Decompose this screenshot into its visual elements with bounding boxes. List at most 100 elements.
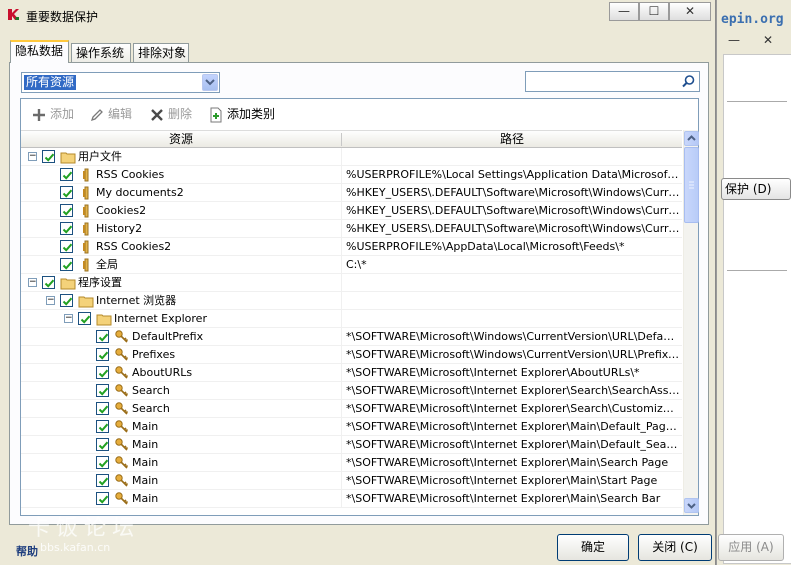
delete-button[interactable]: 删除: [149, 105, 192, 123]
edit-button[interactable]: 编辑: [89, 105, 132, 123]
row-checkbox[interactable]: [96, 384, 109, 397]
tree-row[interactable]: 全局 C:\*: [21, 256, 682, 274]
collapse-toggle[interactable]: −: [64, 314, 73, 323]
row-resource-name: RSS Cookies: [96, 168, 165, 181]
window-title: 重要数据保护: [26, 10, 99, 24]
row-checkbox[interactable]: [96, 438, 109, 451]
row-checkbox[interactable]: [60, 222, 73, 235]
column-divider: [341, 274, 342, 291]
row-checkbox[interactable]: [96, 402, 109, 415]
tree-row[interactable]: DefaultPrefix *\SOFTWARE\Microsoft\Window…: [21, 328, 682, 346]
collapse-toggle[interactable]: −: [46, 296, 55, 305]
tab-exclusions[interactable]: 排除对象: [133, 43, 189, 63]
row-path: [346, 310, 680, 327]
tree-row[interactable]: − 用户文件: [21, 148, 682, 166]
row-checkbox[interactable]: [78, 312, 91, 325]
tree-row[interactable]: − 程序设置: [21, 274, 682, 292]
row-path: [346, 292, 680, 309]
row-resource-name: History2: [96, 222, 143, 235]
tree-row[interactable]: My documents2 %HKEY_USERS\.DEFAULT\Softwa…: [21, 184, 682, 202]
row-checkbox[interactable]: [96, 420, 109, 433]
row-resource-name: My documents2: [96, 186, 184, 199]
add-category-label: 添加类别: [227, 107, 276, 121]
row-resource-name: 用户文件: [78, 150, 122, 163]
close-dialog-button[interactable]: 关闭 (C): [638, 534, 712, 561]
search-input[interactable]: [528, 74, 678, 89]
column-path[interactable]: 路径: [342, 131, 682, 148]
apply-button[interactable]: 应用 (A): [718, 534, 784, 561]
add-category-button[interactable]: 添加类别: [208, 105, 275, 123]
tree-row[interactable]: Main *\SOFTWARE\Microsoft\Internet Explor…: [21, 490, 682, 508]
scroll-thumb[interactable]: [684, 147, 699, 223]
row-checkbox[interactable]: [96, 492, 109, 505]
row-checkbox[interactable]: [60, 204, 73, 217]
row-path: %USERPROFILE%\AppData\Local\Microsoft\Fe…: [346, 240, 625, 253]
tree-row[interactable]: AboutURLs *\SOFTWARE\Microsoft\Internet E…: [21, 364, 682, 382]
row-checkbox[interactable]: [96, 456, 109, 469]
row-path: [346, 148, 680, 165]
row-path: *\SOFTWARE\Microsoft\Internet Explorer\S…: [346, 384, 680, 397]
column-divider: [341, 328, 342, 345]
row-resource-name: DefaultPrefix: [132, 330, 204, 343]
column-divider: [341, 418, 342, 435]
row-checkbox[interactable]: [60, 240, 73, 253]
key-icon: [114, 491, 130, 507]
tree-row[interactable]: Prefixes *\SOFTWARE\Microsoft\Windows\Cur…: [21, 346, 682, 364]
row-checkbox[interactable]: [42, 150, 55, 163]
search-box[interactable]: [525, 71, 700, 92]
chevron-down-icon[interactable]: [202, 74, 218, 91]
row-checkbox[interactable]: [96, 474, 109, 487]
row-checkbox[interactable]: [96, 366, 109, 379]
minimize-button[interactable]: —: [609, 2, 639, 21]
row-path: *\SOFTWARE\Microsoft\Internet Explorer\M…: [346, 420, 680, 433]
collapse-toggle[interactable]: −: [28, 152, 37, 161]
resource-filter-value: 所有资源: [24, 75, 77, 90]
tab-operating-system[interactable]: 操作系统: [71, 43, 131, 63]
close-button[interactable]: ✕: [669, 2, 711, 21]
row-checkbox[interactable]: [96, 348, 109, 361]
dialog-window: 重要数据保护 — ☐ ✕ 隐私数据 操作系统 排除对象 所有资源 添加 编辑 删…: [0, 0, 716, 565]
key-icon: [114, 473, 130, 489]
scroll-up-button[interactable]: [684, 131, 699, 146]
bg-minimize-button[interactable]: —: [723, 34, 745, 48]
row-checkbox[interactable]: [42, 276, 55, 289]
vertical-scrollbar[interactable]: [683, 130, 699, 515]
row-checkbox[interactable]: [60, 258, 73, 271]
tree-row[interactable]: Main *\SOFTWARE\Microsoft\Internet Explor…: [21, 436, 682, 454]
tree-row[interactable]: Search *\SOFTWARE\Microsoft\Internet Expl…: [21, 382, 682, 400]
add-button[interactable]: 添加: [31, 105, 74, 123]
collapse-toggle[interactable]: −: [28, 278, 37, 287]
resource-icon: [78, 239, 94, 255]
row-checkbox[interactable]: [60, 294, 73, 307]
title-bar[interactable]: 重要数据保护 — ☐ ✕: [0, 0, 716, 28]
tree-row[interactable]: − Internet 浏览器: [21, 292, 682, 310]
tree-row[interactable]: Main *\SOFTWARE\Microsoft\Internet Explor…: [21, 472, 682, 490]
row-checkbox[interactable]: [60, 186, 73, 199]
tree-row[interactable]: RSS Cookies %USERPROFILE%\Local Settings\…: [21, 166, 682, 184]
resource-filter-select[interactable]: 所有资源: [21, 72, 220, 93]
help-link[interactable]: 帮助: [16, 543, 38, 559]
tree-row[interactable]: Main *\SOFTWARE\Microsoft\Internet Explor…: [21, 454, 682, 472]
column-header: 资源 路径: [21, 130, 682, 148]
column-divider: [341, 346, 342, 363]
row-resource-name: Internet 浏览器: [96, 294, 177, 307]
maximize-button[interactable]: ☐: [639, 2, 669, 21]
protect-button[interactable]: 保护 (D): [721, 178, 791, 200]
scroll-down-button[interactable]: [684, 498, 699, 513]
plus-icon: [31, 107, 47, 123]
tab-privacy-data[interactable]: 隐私数据: [10, 40, 69, 63]
tree-row[interactable]: Cookies2 %HKEY_USERS\.DEFAULT\Software\Mi…: [21, 202, 682, 220]
tree-row[interactable]: Main *\SOFTWARE\Microsoft\Internet Explor…: [21, 418, 682, 436]
row-checkbox[interactable]: [60, 168, 73, 181]
resource-tree[interactable]: 添加 编辑 删除 添加类别 资源 路径 − 用户文件 RSS Cookies %USE…: [20, 98, 699, 516]
tree-row[interactable]: History2 %HKEY_USERS\.DEFAULT\Software\Mi…: [21, 220, 682, 238]
tree-row[interactable]: RSS Cookies2 %USERPROFILE%\AppData\Local\…: [21, 238, 682, 256]
row-checkbox[interactable]: [96, 330, 109, 343]
ok-button[interactable]: 确定: [557, 534, 629, 561]
tree-row[interactable]: − Internet Explorer: [21, 310, 682, 328]
row-resource-name: Main: [132, 420, 159, 433]
column-resource[interactable]: 资源: [21, 131, 341, 148]
bg-close-button[interactable]: ✕: [757, 34, 779, 48]
tree-row[interactable]: Search *\SOFTWARE\Microsoft\Internet Expl…: [21, 400, 682, 418]
search-icon[interactable]: [681, 74, 696, 89]
